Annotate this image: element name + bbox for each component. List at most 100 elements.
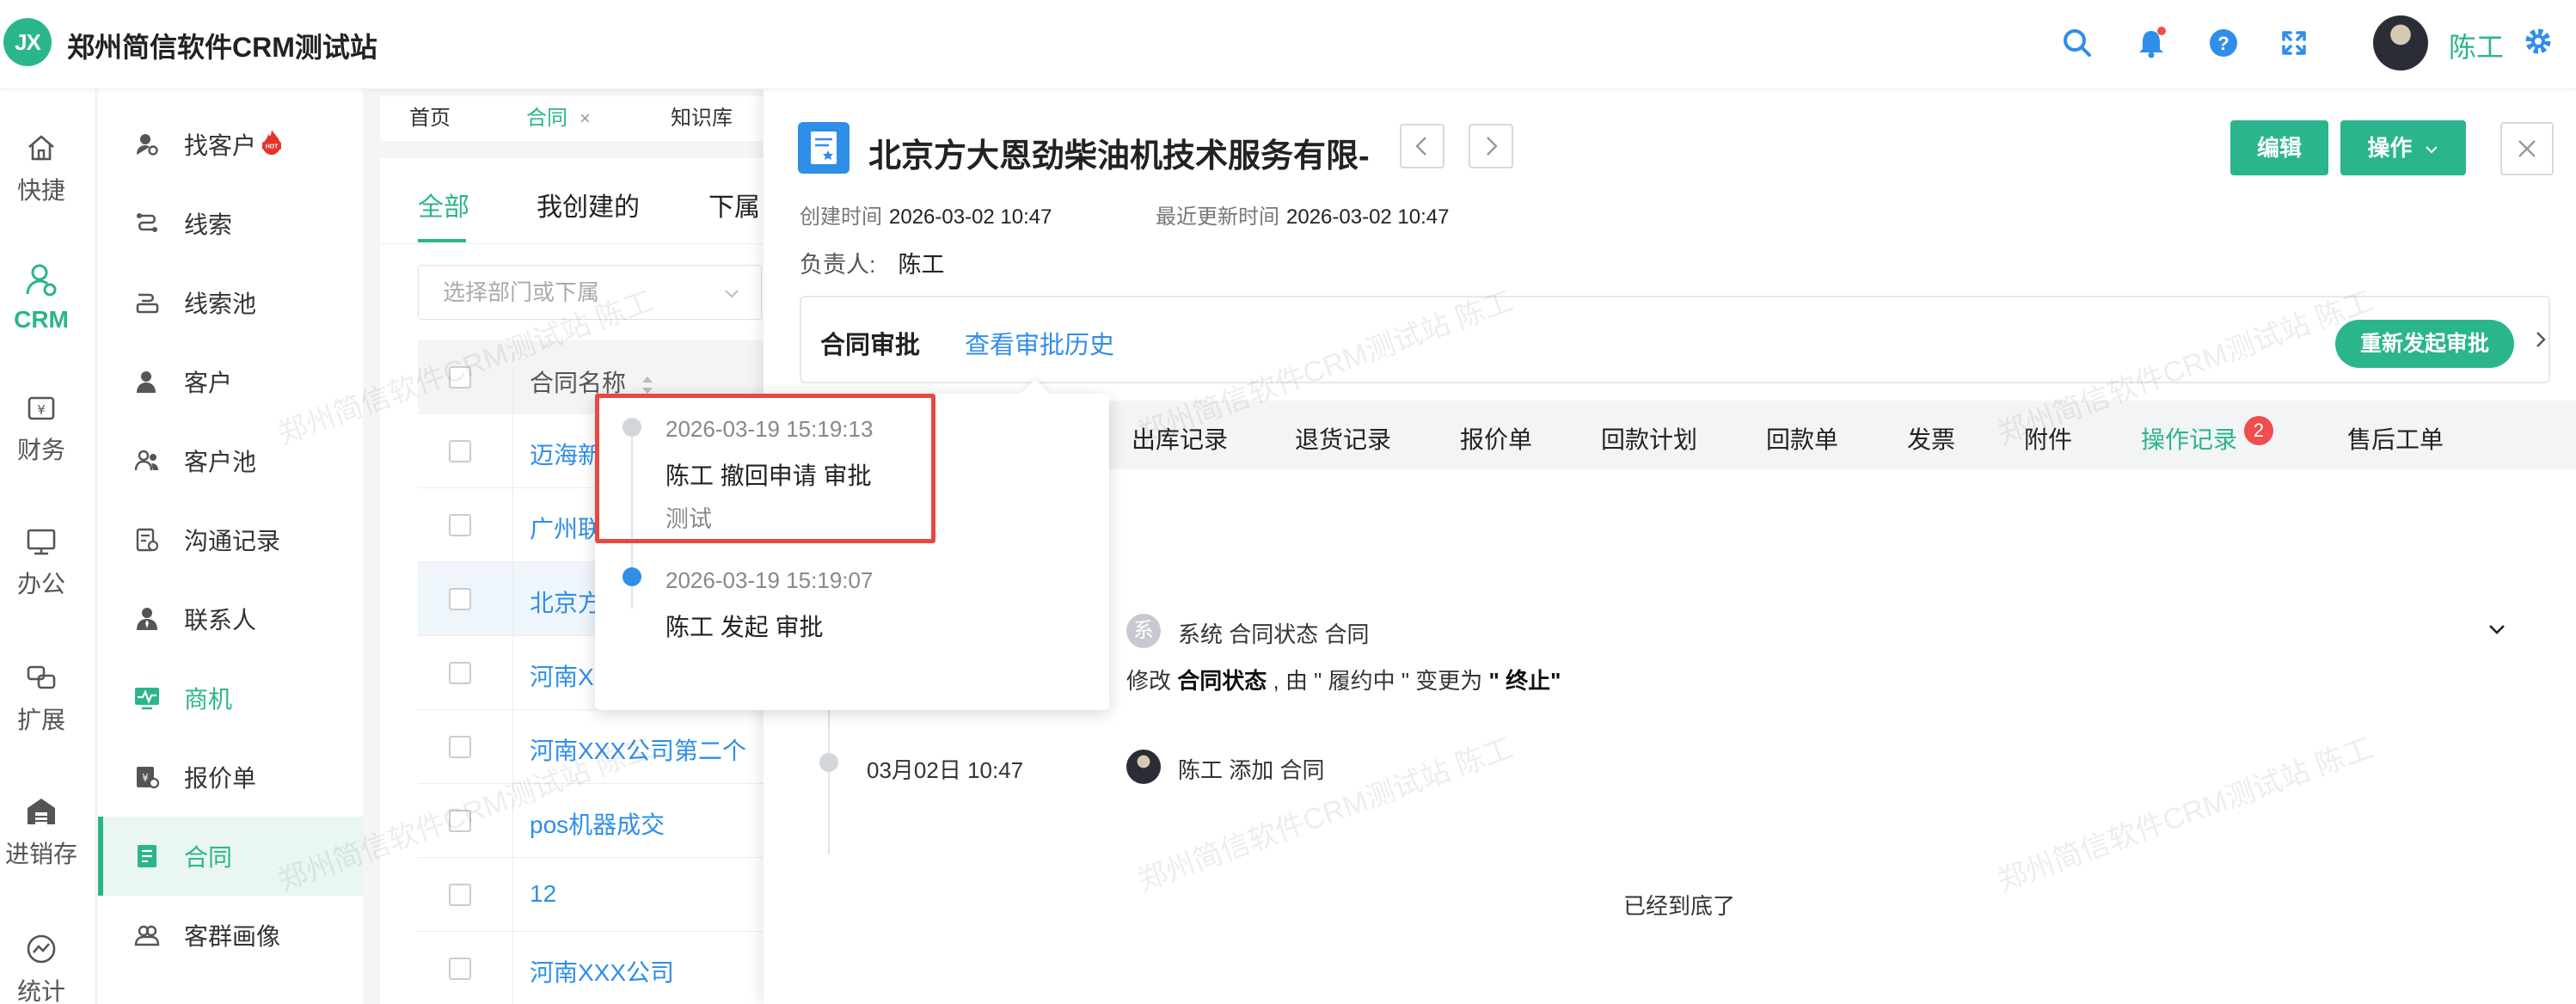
- extension-icon: [27, 665, 56, 689]
- close-panel-button[interactable]: [2500, 122, 2554, 175]
- filter-tab-subordinate[interactable]: 下属: [708, 186, 760, 223]
- subtab-payments[interactable]: 回款单: [1766, 421, 1838, 456]
- filter-tab-all[interactable]: 全部: [418, 186, 469, 223]
- menu-item-customer-pool[interactable]: 客户池: [98, 421, 363, 500]
- subtab-after-sales[interactable]: 售后工单: [2347, 421, 2444, 456]
- tab-home[interactable]: 首页: [389, 96, 471, 141]
- approval-history-link[interactable]: 查看审批历史: [965, 325, 1114, 361]
- subtab-operation-log[interactable]: 操作记录: [2141, 421, 2237, 456]
- subtab-payment-plan[interactable]: 回款计划: [1601, 421, 1697, 456]
- module-rail: 快捷 CRM ¥ 财务 办公 扩展 进销存 统计: [0, 89, 95, 1004]
- next-record-button[interactable]: [1469, 124, 1513, 168]
- row-checkbox[interactable]: [449, 884, 471, 906]
- row-checkbox[interactable]: [449, 514, 471, 536]
- chevron-down-icon[interactable]: [2485, 617, 2509, 641]
- contract-name-link[interactable]: 12: [530, 880, 556, 908]
- chevron-right-icon[interactable]: [2530, 328, 2552, 351]
- contract-name-link[interactable]: 河南X: [530, 658, 594, 693]
- menu-item-contracts[interactable]: 合同: [98, 817, 363, 896]
- contract-icon: [132, 842, 162, 871]
- menu-item-persona[interactable]: 客群画像: [98, 896, 363, 975]
- approval-history-popover: 2026-03-19 15:19:13 陈工 撤回申请 审批 测试 2026-0…: [595, 379, 1109, 710]
- row-checkbox[interactable]: [449, 440, 471, 462]
- finance-icon: ¥: [28, 396, 55, 420]
- subtab-returns[interactable]: 退货记录: [1295, 421, 1391, 456]
- menu-item-clues[interactable]: 线索: [98, 184, 363, 263]
- subtab-invoices[interactable]: 发票: [1907, 421, 1955, 456]
- row-checkbox[interactable]: [449, 588, 471, 610]
- row-checkbox[interactable]: [449, 958, 471, 980]
- owner-field: 负责人: 陈工: [800, 252, 945, 278]
- menu-item-quotes[interactable]: ¥ 报价单: [98, 738, 363, 817]
- user-avatar[interactable]: [2373, 15, 2428, 70]
- search-icon[interactable]: [2060, 26, 2095, 60]
- prev-record-button[interactable]: [1400, 124, 1444, 168]
- monitor-icon: [27, 529, 56, 555]
- operation-dropdown-button[interactable]: 操作: [2340, 120, 2466, 175]
- contract-name-link[interactable]: 广州联: [530, 511, 602, 545]
- table-row[interactable]: 河南XXX公司: [418, 932, 793, 1004]
- timeline-entry-detail: 修改 合同状态 , 由 " 履约中 " 变更为 " 终止": [1126, 668, 1561, 694]
- user-avatar-small: [1126, 750, 1161, 784]
- filter-tab-mine[interactable]: 我创建的: [537, 186, 640, 223]
- popover-dot-withdraw: [623, 418, 641, 437]
- created-time: 创建时间 2026-03-02 10:47: [800, 205, 1052, 229]
- crm-user-icon: [26, 264, 57, 297]
- customer-icon: [132, 367, 162, 396]
- row-checkbox[interactable]: [449, 736, 471, 758]
- communication-icon: [132, 525, 162, 554]
- menu-item-clue-pool[interactable]: 线索池: [98, 263, 363, 342]
- rail-label: 统计: [16, 978, 65, 1004]
- contract-name-link[interactable]: 北京方: [530, 585, 602, 619]
- filter-tabs: 全部 我创建的 下属: [380, 158, 793, 244]
- rail-item-finance[interactable]: ¥ 财务: [0, 390, 83, 466]
- menu-item-customers[interactable]: 客户: [98, 342, 363, 421]
- contract-name-link[interactable]: 迈海新: [530, 437, 602, 471]
- edit-button[interactable]: 编辑: [2230, 120, 2328, 175]
- menu-item-communication[interactable]: 沟通记录: [98, 500, 363, 579]
- close-icon: [2518, 140, 2536, 157]
- app-logo[interactable]: JX: [3, 18, 52, 66]
- rail-label: 办公: [16, 571, 65, 597]
- chevron-down-icon: [2425, 146, 2438, 154]
- approval-title: 合同审批: [820, 332, 921, 359]
- sort-icon[interactable]: [640, 374, 655, 396]
- table-row[interactable]: 河南XXX公司第二个: [418, 710, 793, 784]
- contract-name-link[interactable]: pos机器成交: [530, 806, 665, 841]
- table-row[interactable]: 12: [418, 858, 793, 932]
- contract-name-link[interactable]: 河南XXX公司: [530, 954, 674, 989]
- opportunity-icon: [132, 683, 162, 713]
- tab-knowledge[interactable]: 知识库: [650, 96, 753, 141]
- table-row[interactable]: pos机器成交: [418, 784, 793, 858]
- select-all-checkbox[interactable]: [449, 366, 471, 389]
- operation-log-badge: 2: [2244, 416, 2273, 445]
- rail-item-extension[interactable]: 扩展: [0, 660, 83, 736]
- rail-item-office[interactable]: 办公: [0, 524, 83, 600]
- menu-item-find-customer[interactable]: 找客户 HOT: [98, 105, 363, 184]
- resubmit-approval-button[interactable]: 重新发起审批: [2335, 320, 2514, 368]
- bell-icon[interactable]: [2134, 26, 2168, 60]
- user-name[interactable]: 陈工: [2449, 26, 2504, 65]
- dept-select[interactable]: 选择部门或下属: [418, 265, 762, 320]
- tab-close-icon[interactable]: ×: [580, 107, 591, 129]
- gear-icon[interactable]: [2521, 24, 2555, 58]
- subtab-attachments[interactable]: 附件: [2024, 421, 2072, 456]
- rail-item-crm[interactable]: CRM: [0, 261, 83, 334]
- rail-item-quick[interactable]: 快捷: [0, 131, 83, 206]
- fullscreen-icon[interactable]: [2277, 26, 2311, 60]
- svg-text:HOT: HOT: [266, 144, 279, 150]
- help-icon[interactable]: ?: [2206, 26, 2241, 60]
- menu-item-contacts[interactable]: 联系人: [98, 579, 363, 658]
- tab-contracts[interactable]: 合同 ×: [506, 96, 611, 141]
- contract-name-link[interactable]: 河南XXX公司第二个: [530, 732, 746, 767]
- rail-item-inventory[interactable]: 进销存: [0, 794, 83, 870]
- rail-label: 财务: [16, 437, 65, 463]
- popover-entry-time: 2026-03-19 15:19:13: [665, 416, 874, 442]
- timeline-dot: [819, 753, 838, 772]
- subtab-outbound[interactable]: 出库记录: [1132, 421, 1228, 456]
- row-checkbox[interactable]: [449, 662, 471, 684]
- row-checkbox[interactable]: [449, 810, 471, 832]
- subtab-quotes[interactable]: 报价单: [1460, 421, 1532, 456]
- rail-item-stats[interactable]: 统计: [0, 932, 83, 1004]
- menu-item-opportunity[interactable]: 商机: [98, 658, 363, 738]
